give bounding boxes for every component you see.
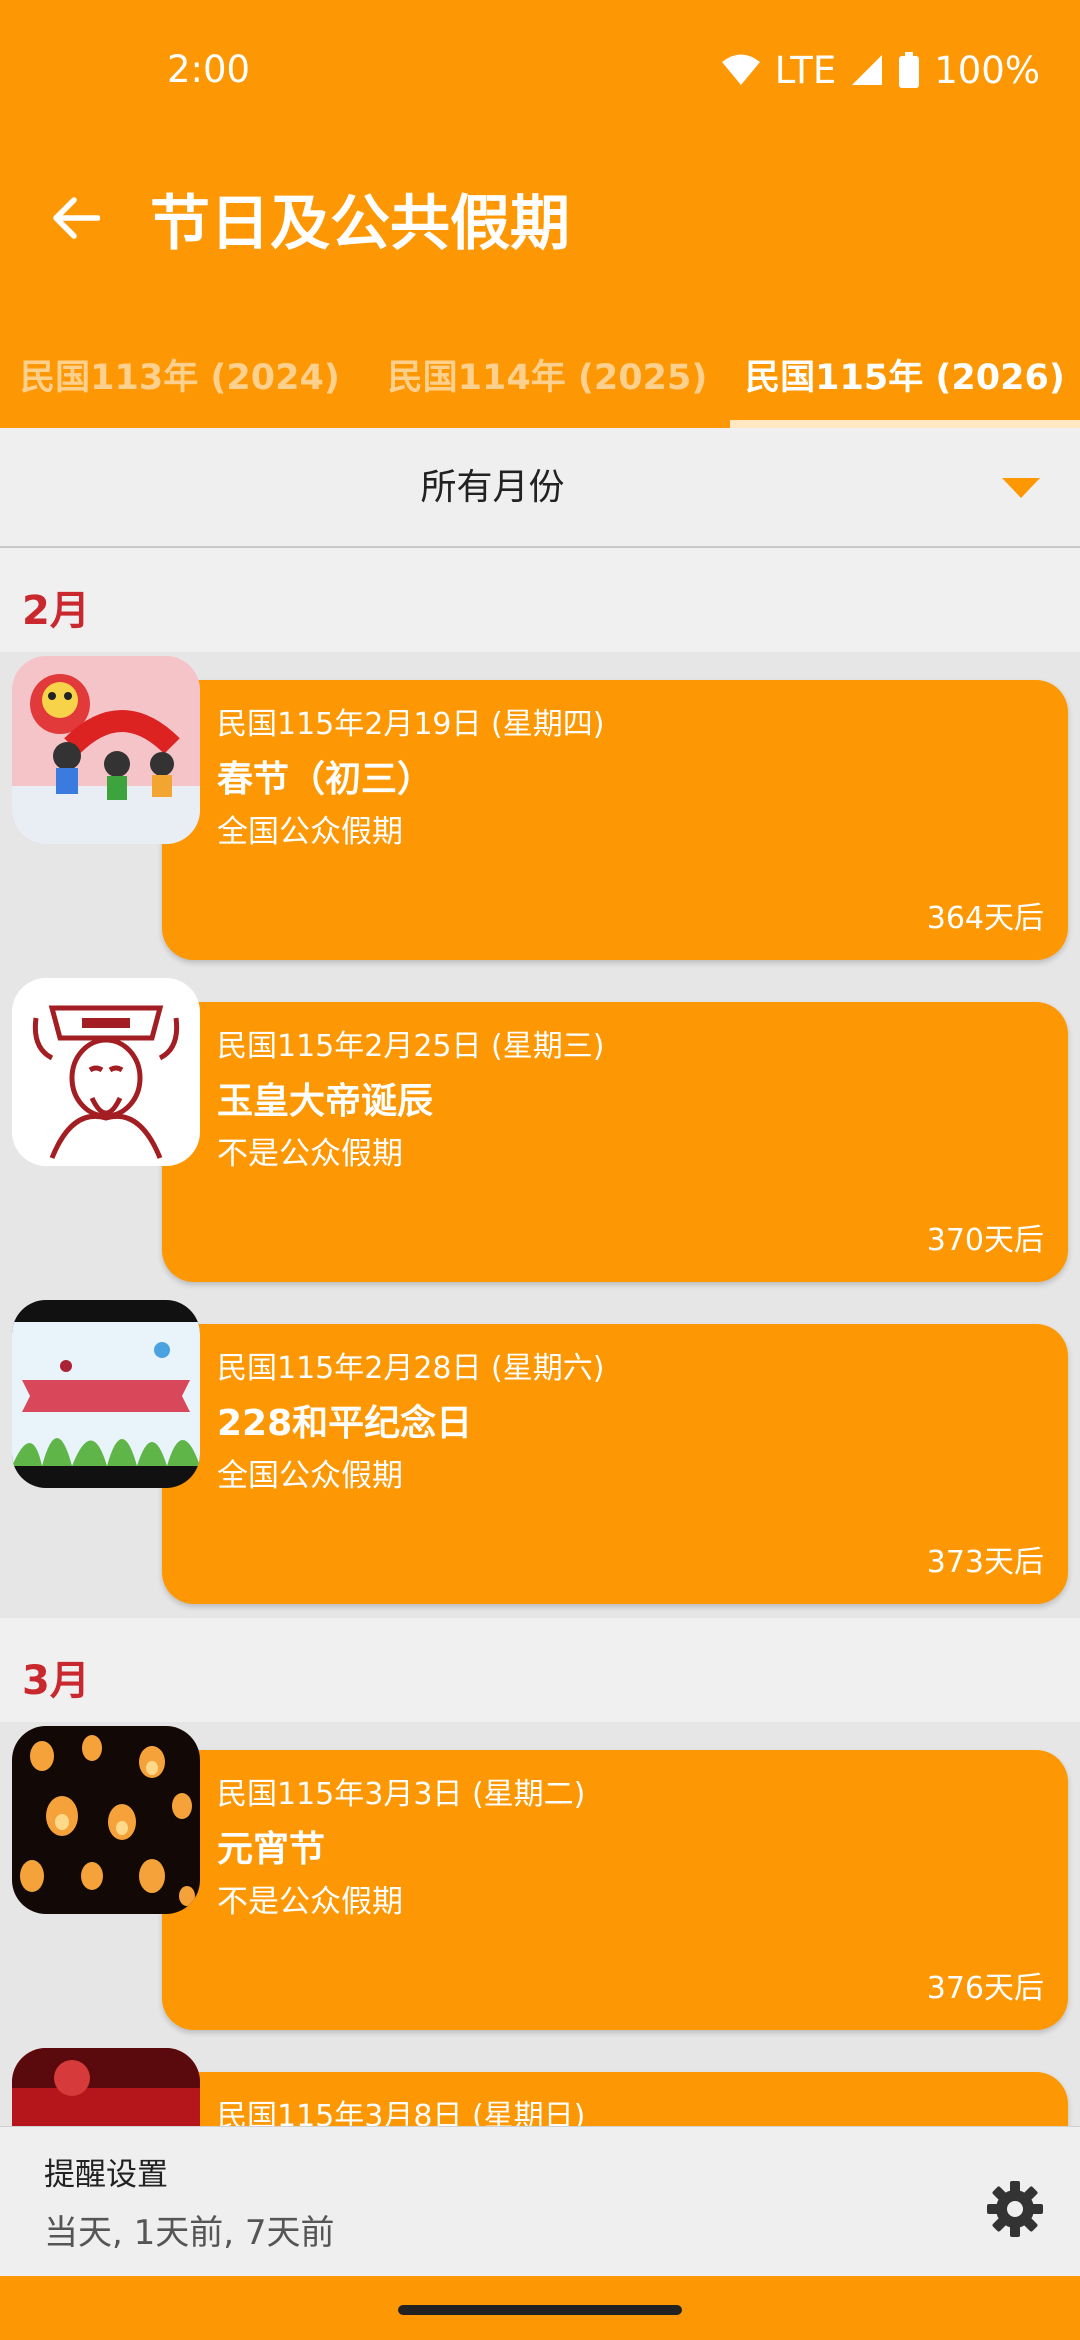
- sky-lanterns-image: [12, 1726, 200, 1914]
- event-row-spring-festival[interactable]: 民国115年2月19日 (星期四) 春节（初三） 全国公众假期 364天后: [0, 652, 1080, 974]
- peace-memorial-banner-image: [12, 1300, 200, 1488]
- battery-level: 100%: [934, 48, 1040, 92]
- event-date: 民国115年2月19日 (星期四): [217, 707, 605, 742]
- lion-dance-image: [12, 656, 200, 844]
- event-row-lantern-festival[interactable]: 民国115年3月3日 (星期二) 元宵节 不是公众假期 376天后: [0, 1722, 1080, 2044]
- event-card[interactable]: 民国115年2月25日 (星期三) 玉皇大帝诞辰 不是公众假期 370天后: [162, 1002, 1068, 1282]
- month-filter-dropdown[interactable]: 所有月份: [0, 430, 1080, 548]
- app-header: 2:00 LTE 100% 节日及公共假期 民国113年 (2024) 民国11…: [0, 0, 1080, 428]
- event-holiday-status: 不是公众假期: [217, 1136, 403, 1172]
- tab-2024[interactable]: 民国113年 (2024): [0, 325, 360, 428]
- event-days-until: 373天后: [926, 1545, 1044, 1580]
- month-label: 3月: [22, 1658, 90, 1704]
- reminder-settings[interactable]: 提醒设置 当天, 1天前, 7天前: [0, 2126, 1080, 2277]
- month-label: 2月: [22, 588, 90, 634]
- toolbar: 节日及公共假期: [0, 140, 1080, 308]
- event-date: 民国115年2月28日 (星期六): [217, 1351, 605, 1386]
- event-name: 元宵节: [217, 1829, 326, 1870]
- event-date: 民国115年3月3日 (星期二): [217, 1777, 586, 1812]
- home-gesture-handle[interactable]: [398, 2305, 682, 2315]
- status-time: 2:00: [167, 48, 251, 91]
- tab-2025[interactable]: 民国114年 (2025): [365, 325, 730, 428]
- back-button[interactable]: [40, 184, 112, 256]
- month-header-feb: 2月: [0, 548, 1080, 652]
- active-tab-indicator: [730, 420, 1080, 428]
- event-holiday-status: 全国公众假期: [217, 1458, 403, 1494]
- event-holiday-status: 不是公众假期: [217, 1884, 403, 1920]
- month-header-mar: 3月: [0, 1618, 1080, 1722]
- dropdown-arrow-icon[interactable]: [1002, 478, 1040, 498]
- reminder-value: 当天, 1天前, 7天前: [44, 2213, 335, 2253]
- event-row-march-8[interactable]: 民国115年3月8日 (星期日): [0, 2044, 1080, 2128]
- event-list[interactable]: 2月 民国115年2月19日 (星期四) 春节（初三） 全国公众假期 364天后: [0, 548, 1080, 2128]
- wifi-icon: [721, 53, 761, 87]
- event-row-jade-emperor[interactable]: 民国115年2月25日 (星期三) 玉皇大帝诞辰 不是公众假期 370天后: [0, 974, 1080, 1296]
- event-card[interactable]: 民国115年3月8日 (星期日): [162, 2072, 1068, 2128]
- event-days-until: 364天后: [926, 901, 1044, 936]
- page-title: 节日及公共假期: [150, 189, 570, 259]
- year-tabs: 民国113年 (2024) 民国114年 (2025) 民国115年 (2026…: [0, 325, 1080, 428]
- event-name: 玉皇大帝诞辰: [217, 1081, 434, 1122]
- event-card[interactable]: 民国115年2月28日 (星期六) 228和平纪念日 全国公众假期 373天后: [162, 1324, 1068, 1604]
- event-days-until: 370天后: [926, 1223, 1044, 1258]
- jade-emperor-papercut-image: [12, 978, 200, 1166]
- event-name: 春节（初三）: [217, 759, 434, 800]
- battery-icon: [898, 52, 920, 88]
- network-type: LTE: [774, 48, 837, 92]
- event-date: 民国115年2月25日 (星期三): [217, 1029, 605, 1064]
- gear-icon[interactable]: [985, 2179, 1045, 2239]
- cell-signal-icon: [850, 53, 884, 87]
- event-date: 民国115年3月8日 (星期日): [217, 2099, 586, 2128]
- event-days-until: 376天后: [926, 1971, 1044, 2006]
- tab-2026[interactable]: 民国115年 (2026): [730, 325, 1080, 428]
- event-card[interactable]: 民国115年2月19日 (星期四) 春节（初三） 全国公众假期 364天后: [162, 680, 1068, 960]
- month-filter-value: 所有月份: [420, 467, 565, 508]
- arrow-left-icon: [52, 196, 101, 244]
- status-bar: 2:00 LTE 100%: [0, 0, 1080, 140]
- system-nav-bar: [0, 2276, 1080, 2340]
- status-icons: LTE 100%: [721, 44, 1040, 96]
- event-holiday-status: 全国公众假期: [217, 814, 403, 850]
- event-card[interactable]: 民国115年3月3日 (星期二) 元宵节 不是公众假期 376天后: [162, 1750, 1068, 2030]
- event-name: 228和平纪念日: [217, 1403, 473, 1444]
- event-row-peace-memorial[interactable]: 民国115年2月28日 (星期六) 228和平纪念日 全国公众假期 373天后: [0, 1296, 1080, 1618]
- red-festival-image: [12, 2048, 200, 2128]
- reminder-title: 提醒设置: [44, 2157, 168, 2193]
